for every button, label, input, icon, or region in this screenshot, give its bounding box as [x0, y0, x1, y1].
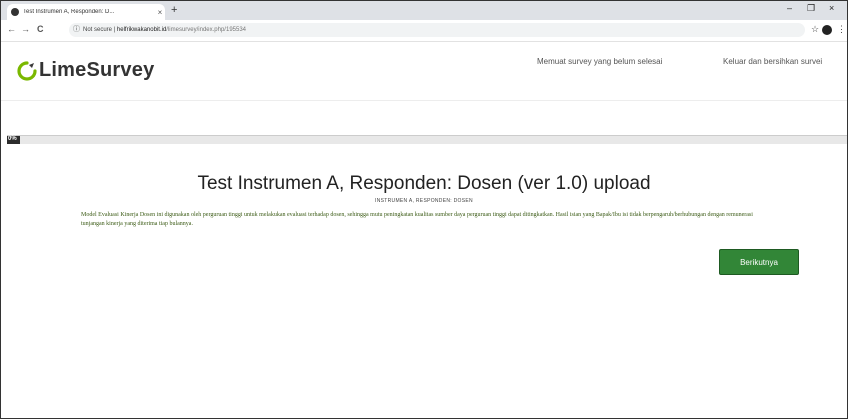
browser-toolbar: ← → C ⓘ Not secure | helfrikwakanobit.id… — [1, 20, 847, 42]
close-window-icon[interactable]: × — [829, 3, 834, 13]
reload-icon[interactable]: C — [37, 24, 44, 34]
progress-fill: 0% — [7, 136, 20, 144]
new-tab-button[interactable]: + — [171, 4, 177, 16]
survey-description: Model Evaluasi Kinerja Dosen ini digunak… — [81, 212, 753, 227]
survey-header: LimeSurvey Memuat survey yang belum sele… — [1, 42, 847, 101]
survey-subtitle: INSTRUMEN A, RESPONDEN: DOSEN — [375, 198, 473, 204]
logo-text: LimeSurvey — [39, 59, 155, 81]
progress-bar: 0% — [7, 135, 847, 144]
limesurvey-logo-icon — [17, 60, 37, 81]
survey-title: Test Instrumen A, Responden: Dosen (ver … — [197, 173, 651, 194]
tab-strip: Test Instrumen A, Responden: D... × + – … — [1, 1, 847, 20]
exit-clear-link[interactable]: Keluar dan bersihkan survei — [723, 57, 822, 66]
resume-later-link[interactable]: Memuat survey yang belum selesai — [537, 57, 662, 66]
menu-icon[interactable]: ⋮ — [837, 24, 846, 35]
forward-icon[interactable]: → — [21, 24, 30, 34]
maximize-icon[interactable]: ❐ — [807, 3, 815, 14]
url-path: /limesurvey/index.php/195534 — [166, 27, 246, 33]
security-label: Not secure — [83, 27, 113, 33]
minimize-icon[interactable]: – — [787, 3, 792, 13]
url-host: helfrikwakanobit.id — [116, 27, 167, 33]
profile-avatar-icon[interactable] — [822, 25, 832, 35]
progress-label: 0% — [8, 136, 17, 142]
limesurvey-logo[interactable]: LimeSurvey — [17, 59, 154, 82]
tab-close-icon[interactable]: × — [155, 8, 165, 17]
info-icon[interactable]: ⓘ — [73, 23, 80, 37]
next-button[interactable]: Berikutnya — [719, 249, 799, 275]
browser-window: Test Instrumen A, Responden: D... × + – … — [0, 0, 848, 419]
browser-tab[interactable]: Test Instrumen A, Responden: D... × — [7, 4, 165, 20]
tab-title: Test Instrumen A, Responden: D... — [23, 9, 115, 15]
back-icon[interactable]: ← — [7, 24, 16, 34]
favicon-icon — [11, 8, 19, 16]
bookmark-star-icon[interactable]: ☆ — [811, 24, 819, 35]
address-bar[interactable]: ⓘ Not secure | helfrikwakanobit.id/limes… — [69, 23, 805, 37]
